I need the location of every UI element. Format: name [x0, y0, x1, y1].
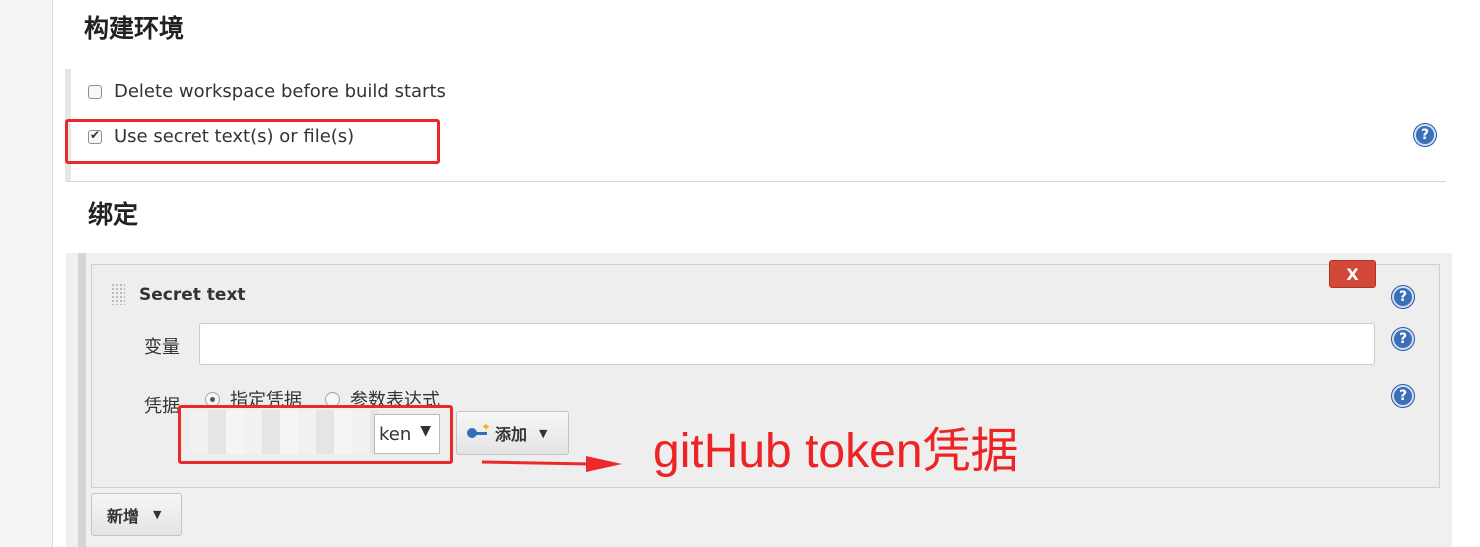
key-icon: ✦ — [467, 420, 491, 440]
use-secret-help-icon[interactable]: ? — [1414, 124, 1436, 146]
binding-help-icon[interactable]: ? — [1392, 286, 1414, 308]
variable-label: 变量 — [144, 337, 180, 358]
annotation-box-credential — [178, 405, 453, 464]
add-credential-button[interactable]: ✦ 添加 ▼ — [456, 411, 569, 455]
add-binding-button[interactable]: 新增 ▼ — [91, 493, 182, 536]
bindings-indent-bar — [78, 253, 86, 547]
section-divider — [66, 181, 1446, 182]
delete-workspace-label: Delete workspace before build starts — [114, 81, 446, 102]
delete-binding-button[interactable]: X — [1329, 260, 1376, 288]
credentials-help-icon[interactable]: ? — [1392, 385, 1414, 407]
drag-handle-icon[interactable] — [111, 283, 125, 305]
left-rail — [0, 0, 53, 547]
annotation-text: gitHub token凭据 — [653, 425, 1019, 478]
add-credential-label: 添加 — [495, 425, 528, 444]
variable-help-icon[interactable]: ? — [1392, 328, 1414, 350]
caret-down-icon: ▼ — [539, 426, 548, 440]
annotation-box-secret-option — [65, 119, 440, 164]
caret-down-icon: ▼ — [153, 508, 162, 521]
delete-workspace-checkbox[interactable] — [88, 84, 102, 99]
credentials-label: 凭据 — [144, 396, 180, 417]
add-binding-label: 新增 — [107, 506, 140, 526]
bindings-title: 绑定 — [88, 200, 139, 229]
delete-workspace-option[interactable]: Delete workspace before build starts — [88, 81, 446, 102]
build-env-title: 构建环境 — [84, 14, 185, 43]
annotation-arrow-icon — [481, 456, 622, 472]
binding-card-title: Secret text — [139, 285, 246, 305]
variable-input[interactable] — [199, 323, 1375, 365]
